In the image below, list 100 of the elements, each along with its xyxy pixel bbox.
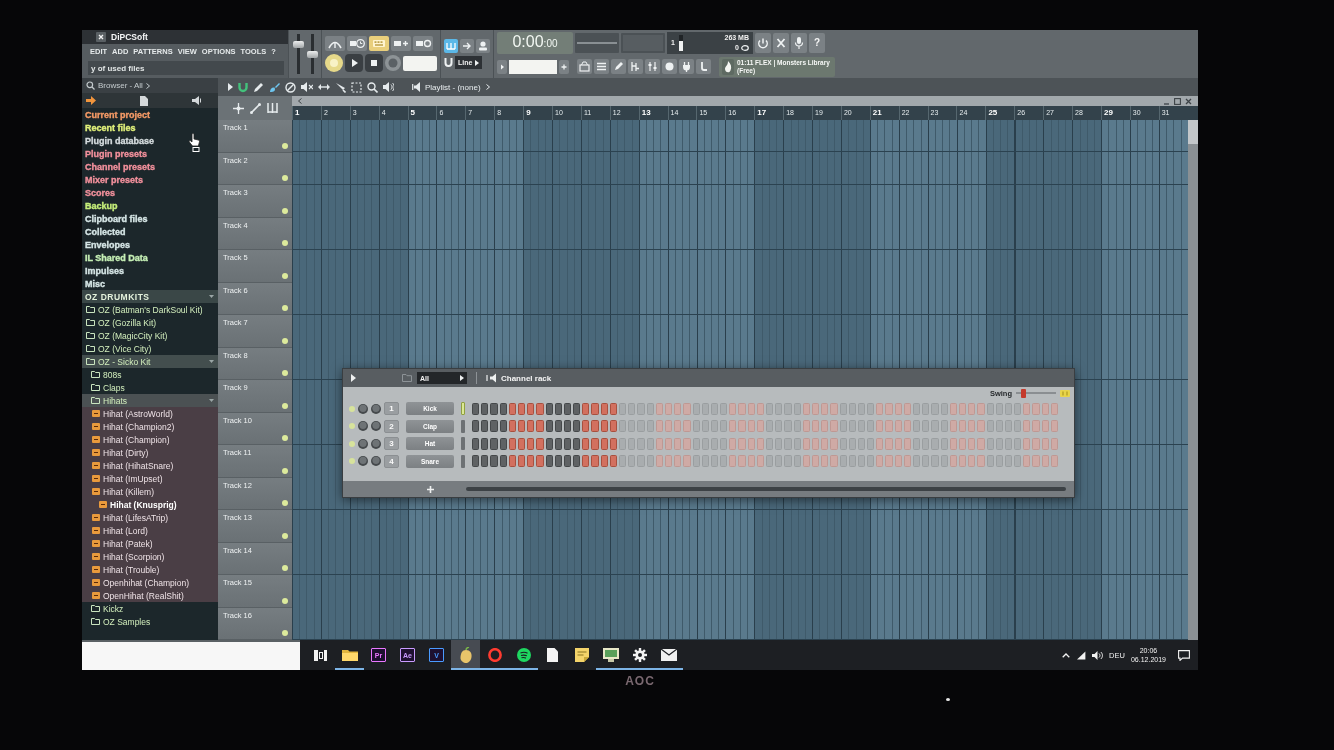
comb-icon[interactable] xyxy=(444,39,458,53)
volume-knob[interactable] xyxy=(358,421,368,431)
chevron-left-icon[interactable] xyxy=(298,98,302,104)
step-button[interactable] xyxy=(554,420,562,432)
speaker-icon[interactable] xyxy=(383,82,394,92)
track-led-icon[interactable] xyxy=(282,467,288,474)
bag-icon[interactable] xyxy=(577,59,592,74)
brush-icon[interactable] xyxy=(269,81,280,93)
browser-folder[interactable]: Kickz xyxy=(82,602,218,615)
playlist-title[interactable]: Playlist - (none) xyxy=(425,82,481,92)
comb-icon[interactable] xyxy=(266,103,278,113)
step-button[interactable] xyxy=(508,455,516,467)
crosshair-icon[interactable] xyxy=(232,102,244,114)
browser-folder[interactable]: Claps xyxy=(82,381,218,394)
track-led-icon[interactable] xyxy=(282,630,288,636)
triangle-right-icon[interactable] xyxy=(228,83,233,91)
step-button[interactable] xyxy=(573,437,581,450)
speaker-icon[interactable] xyxy=(412,82,420,92)
step-button[interactable] xyxy=(517,420,526,432)
step-button[interactable] xyxy=(609,420,617,432)
play-icon[interactable] xyxy=(345,54,363,72)
slider-thumb[interactable] xyxy=(292,40,304,48)
step-button[interactable] xyxy=(536,437,544,450)
branch-icon[interactable] xyxy=(628,59,643,74)
step-button[interactable] xyxy=(508,420,516,432)
step-button[interactable] xyxy=(563,402,572,415)
track-led-icon[interactable] xyxy=(282,597,288,604)
step-button[interactable] xyxy=(490,437,498,450)
track-led-icon[interactable] xyxy=(282,175,288,181)
channel-led-icon[interactable] xyxy=(349,405,355,412)
magnet-icon[interactable] xyxy=(238,81,248,93)
step-button[interactable] xyxy=(517,402,526,415)
triangle-right-icon[interactable] xyxy=(351,374,356,382)
step-button[interactable] xyxy=(545,455,553,467)
track-led-icon[interactable] xyxy=(282,565,288,571)
plus-icon[interactable] xyxy=(559,59,569,74)
track-led-icon[interactable] xyxy=(282,337,288,344)
signal-icon[interactable] xyxy=(1076,650,1087,660)
step-button[interactable] xyxy=(517,437,526,450)
browser-file[interactable]: Hihat (LifesATrip) xyxy=(82,511,218,524)
notification-icon[interactable] xyxy=(1178,649,1190,661)
slider-thumb[interactable] xyxy=(306,50,318,58)
browser-file[interactable]: Hihat (Killem) xyxy=(82,485,218,498)
step-button[interactable] xyxy=(508,402,516,415)
step-button[interactable] xyxy=(554,455,562,467)
browser-file[interactable]: Openhihat (Champion) xyxy=(82,576,218,589)
browser-file[interactable]: Hihat (Champion2) xyxy=(82,420,218,433)
folder-icon[interactable] xyxy=(402,374,412,382)
step-button[interactable] xyxy=(545,437,553,450)
step-button[interactable] xyxy=(563,437,572,450)
track-led-icon[interactable] xyxy=(282,142,288,149)
maximize-icon[interactable] xyxy=(1174,97,1181,105)
select-icon[interactable] xyxy=(351,81,362,93)
step-button[interactable] xyxy=(536,402,544,415)
channel-led-icon[interactable] xyxy=(349,423,355,429)
task-view-icon[interactable] xyxy=(314,649,327,661)
track-led-icon[interactable] xyxy=(282,402,288,409)
browser-item[interactable]: Recent files xyxy=(82,121,218,134)
step-button[interactable] xyxy=(545,402,553,415)
disc-icon[interactable] xyxy=(662,59,677,74)
browser-item[interactable]: Envelopes xyxy=(82,238,218,251)
step-button[interactable] xyxy=(472,455,480,467)
tempo-field[interactable] xyxy=(403,55,437,71)
track-led-icon[interactable] xyxy=(282,435,288,441)
track-led-icon[interactable] xyxy=(282,207,288,214)
step-button[interactable] xyxy=(573,420,581,432)
toggle-icon[interactable] xyxy=(325,54,343,72)
browser-group[interactable]: OZ DRUMKITS xyxy=(82,290,218,303)
track-led-icon[interactable] xyxy=(282,305,288,311)
faders-icon[interactable] xyxy=(645,59,660,74)
track-led-icon[interactable] xyxy=(282,370,288,376)
browser-file[interactable]: Hihat (Scorpion) xyxy=(82,550,218,563)
step-button[interactable] xyxy=(527,420,535,432)
step-button[interactable] xyxy=(527,402,535,415)
track-led-icon[interactable] xyxy=(282,532,288,539)
vertical-scrollbar[interactable] xyxy=(1188,120,1198,640)
step-button[interactable] xyxy=(600,455,608,467)
channel-select-indicator[interactable] xyxy=(461,419,465,433)
document-icon[interactable] xyxy=(140,95,148,106)
step-button[interactable] xyxy=(499,402,507,415)
arc-icon[interactable] xyxy=(325,36,345,51)
power-icon[interactable] xyxy=(755,32,771,53)
browser-file[interactable]: Hihat (Knusprig) xyxy=(82,498,218,511)
caret-down-icon[interactable] xyxy=(209,295,214,298)
microphone-icon[interactable] xyxy=(791,32,807,53)
browser-item[interactable]: Clipboard files xyxy=(82,212,218,225)
volume-knob[interactable] xyxy=(358,403,368,414)
browser-item[interactable]: Mixer presets xyxy=(82,173,218,186)
step-button[interactable] xyxy=(499,420,507,432)
search-icon[interactable] xyxy=(86,81,95,90)
browser-item[interactable]: Plugin database xyxy=(82,134,218,147)
plug-icon[interactable] xyxy=(679,59,694,74)
chevron-up-icon[interactable] xyxy=(1062,652,1071,658)
step-button[interactable] xyxy=(573,455,581,467)
horizontal-scrollbar[interactable] xyxy=(466,487,1066,491)
step-button[interactable] xyxy=(554,437,562,450)
pan-knob[interactable] xyxy=(371,421,381,431)
chevron-right-icon[interactable] xyxy=(145,82,150,89)
clock-icon[interactable] xyxy=(347,36,367,51)
pencil-icon[interactable] xyxy=(611,59,626,74)
